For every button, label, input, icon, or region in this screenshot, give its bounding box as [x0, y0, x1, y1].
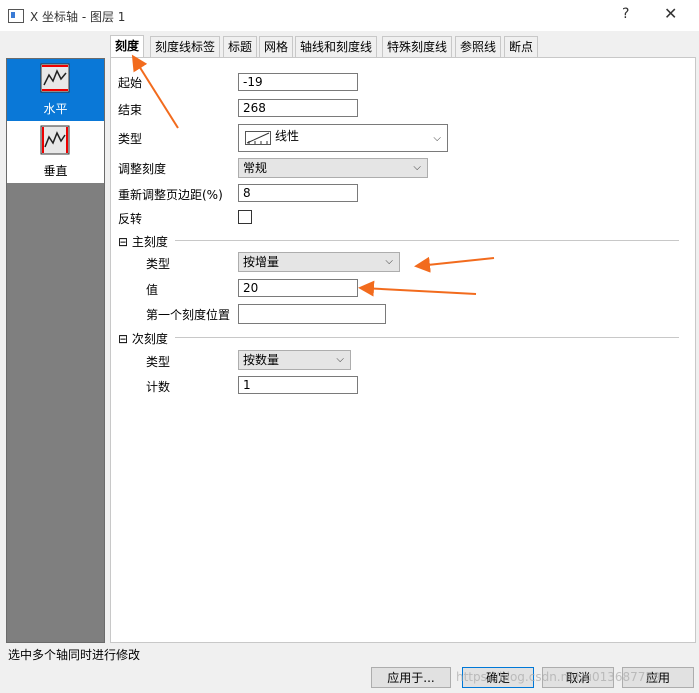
- annotation-arrows: [131, 54, 495, 297]
- annotation-arrow: [414, 256, 495, 273]
- annotation-arrow: [131, 54, 179, 129]
- annotation-arrow: [358, 280, 477, 297]
